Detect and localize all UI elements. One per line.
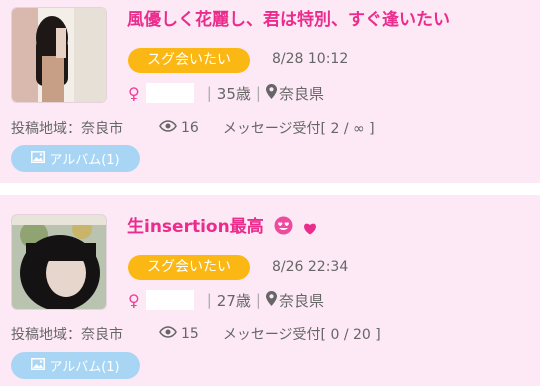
profile-line: ♀ | 35歳 | 奈良県 bbox=[128, 82, 324, 104]
image-icon bbox=[31, 150, 46, 167]
location-pin-icon bbox=[265, 290, 277, 310]
image-icon bbox=[31, 357, 46, 374]
female-icon: ♀ bbox=[128, 290, 140, 310]
divider: | bbox=[255, 291, 261, 309]
prefecture-value: 奈良県 bbox=[278, 291, 324, 310]
heart-icon bbox=[303, 220, 317, 240]
eye-icon bbox=[159, 120, 177, 136]
prefecture-value: 奈良県 bbox=[278, 84, 324, 103]
username-placeholder bbox=[145, 290, 194, 310]
heart-eyes-emoji-icon bbox=[274, 216, 293, 240]
post-card[interactable]: 生insertion最高 スグ会いたい 8/26 22:34 ♀ | 27歳 |… bbox=[0, 195, 540, 386]
profile-line: ♀ | 27歳 | 奈良県 bbox=[128, 289, 324, 311]
album-button[interactable]: アルバム(1) bbox=[11, 145, 140, 172]
album-label: アルバム(1) bbox=[49, 153, 120, 168]
female-icon: ♀ bbox=[128, 83, 140, 103]
eye-icon bbox=[159, 326, 177, 342]
location-pin-icon bbox=[265, 83, 277, 103]
post-title[interactable]: 風優しく花麗し、君は特別、すぐ逢いたい bbox=[127, 5, 450, 30]
avatar[interactable] bbox=[11, 7, 107, 103]
view-count: 15 bbox=[181, 326, 199, 342]
age-value: 27歳 bbox=[216, 291, 251, 310]
post-timestamp: 8/28 10:12 bbox=[272, 51, 349, 67]
avatar[interactable] bbox=[11, 214, 107, 310]
album-label: アルバム(1) bbox=[49, 360, 120, 375]
post-title-text: 風優しく花麗し、君は特別、すぐ逢いたい bbox=[127, 10, 450, 30]
message-quota: メッセージ受付[ 0 / 20 ] bbox=[222, 327, 381, 343]
post-card[interactable]: 風優しく花麗し、君は特別、すぐ逢いたい スグ会いたい 8/28 10:12 ♀ … bbox=[0, 0, 540, 183]
divider: | bbox=[206, 291, 212, 309]
divider: | bbox=[206, 84, 212, 102]
post-area: 投稿地域：奈良市 bbox=[11, 121, 123, 137]
username-placeholder bbox=[145, 83, 194, 103]
post-timestamp: 8/26 22:34 bbox=[272, 259, 349, 275]
post-area: 投稿地域：奈良市 bbox=[11, 327, 123, 343]
status-badge: スグ会いたい bbox=[128, 255, 250, 280]
age-value: 35歳 bbox=[216, 84, 251, 103]
status-badge: スグ会いたい bbox=[128, 48, 250, 73]
view-count: 16 bbox=[181, 120, 199, 136]
stats-line: 投稿地域：奈良市 16 メッセージ受付[ 2 / ∞ ] bbox=[11, 118, 375, 138]
album-button[interactable]: アルバム(1) bbox=[11, 352, 140, 379]
stats-line: 投稿地域：奈良市 15 メッセージ受付[ 0 / 20 ] bbox=[11, 324, 381, 344]
post-title-text: 生insertion最高 bbox=[127, 217, 264, 237]
post-title[interactable]: 生insertion最高 bbox=[127, 212, 317, 240]
message-quota: メッセージ受付[ 2 / ∞ ] bbox=[222, 121, 375, 137]
divider: | bbox=[255, 84, 261, 102]
